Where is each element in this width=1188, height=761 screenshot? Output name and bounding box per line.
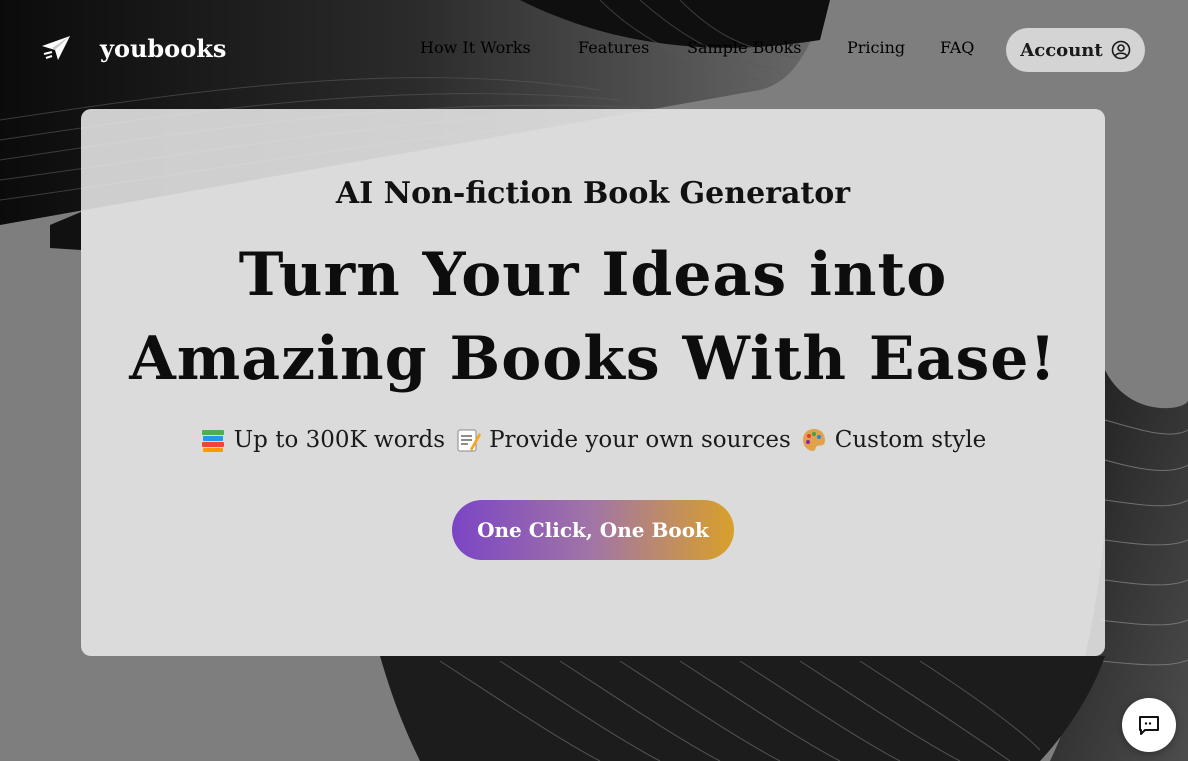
- site-header: youbooks How It Works Features Sample Bo…: [0, 0, 1188, 100]
- account-label: Account: [1020, 39, 1103, 61]
- feature-text: Provide your own sources: [489, 427, 791, 453]
- logo[interactable]: youbooks: [40, 32, 226, 64]
- feature-item: Custom style: [801, 427, 986, 453]
- hero-subtitle: AI Non-fiction Book Generator: [335, 176, 851, 211]
- palette-icon: [802, 429, 825, 451]
- hero-card: AI Non-fiction Book Generator Turn Your …: [81, 109, 1105, 656]
- nav-pricing[interactable]: Pricing: [847, 38, 905, 57]
- feature-item: Provide your own sources: [455, 427, 791, 453]
- nav-how-it-works[interactable]: How It Works: [420, 38, 531, 57]
- books-icon: [201, 430, 224, 452]
- paper-plane-icon: [42, 36, 70, 60]
- hero-title-line1: Turn Your Ideas into: [238, 240, 948, 310]
- hero-title-line2: Amazing Books With Ease!: [129, 324, 1057, 394]
- nav-sample-books[interactable]: Sample Books: [687, 38, 802, 57]
- nav-features[interactable]: Features: [578, 38, 649, 57]
- user-circle-icon: [1111, 40, 1130, 60]
- feature-list: Up to 300K words Provide your own source…: [81, 427, 1105, 453]
- cta-button[interactable]: One Click, One Book: [452, 500, 734, 560]
- chat-bubble-icon: [1139, 716, 1159, 735]
- hero-title: Turn Your Ideas into Amazing Books With …: [81, 233, 1105, 401]
- chat-button[interactable]: [1122, 698, 1176, 752]
- feature-text: Custom style: [834, 427, 987, 453]
- brand-name: youbooks: [100, 34, 227, 63]
- account-button[interactable]: Account: [1006, 28, 1145, 72]
- nav-faq[interactable]: FAQ: [940, 38, 974, 57]
- feature-text: Up to 300K words: [233, 427, 446, 453]
- memo-icon: [457, 429, 482, 452]
- feature-item: Up to 300K words: [200, 427, 445, 453]
